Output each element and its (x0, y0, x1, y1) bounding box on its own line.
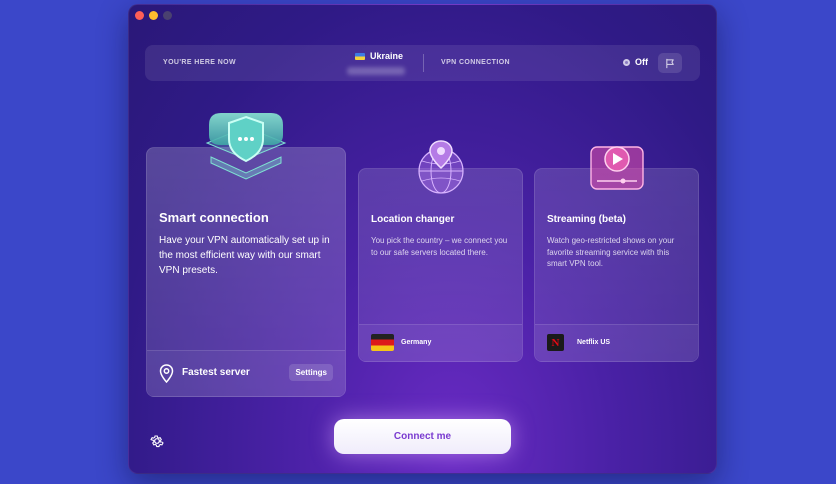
fastest-server-label: Fastest server (182, 367, 250, 378)
connect-button[interactable]: Connect me (334, 419, 511, 454)
card-title: Streaming (beta) (547, 214, 626, 225)
divider (423, 54, 424, 72)
location-changer-card[interactable]: Location changer You pick the country – … (358, 168, 523, 362)
card-footer: Germany (359, 324, 522, 361)
connection-status-bar: YOU'RE HERE NOW Ukraine VPN CONNECTION O… (145, 45, 700, 81)
streaming-service-label: Netflix US (577, 339, 611, 346)
status-indicator-icon (623, 58, 630, 66)
netflix-logo-icon: N (547, 334, 564, 351)
play-screen-icon (590, 146, 644, 190)
smart-connection-card[interactable]: Smart connection Have your VPN automatic… (146, 147, 346, 397)
app-window: YOU'RE HERE NOW Ukraine VPN CONNECTION O… (128, 4, 717, 474)
zoom-window-button[interactable] (163, 11, 172, 20)
shield-icon (205, 113, 287, 180)
card-description: You pick the country – we connect you to… (371, 236, 508, 257)
flag-icon (665, 58, 674, 68)
card-footer: Fastest server Settings (147, 350, 345, 396)
current-country: Ukraine (355, 51, 403, 61)
vpn-connection-label: VPN CONNECTION (441, 59, 510, 66)
minimize-window-button[interactable] (149, 11, 158, 20)
selected-country-label: Germany (401, 339, 432, 346)
card-title: Location changer (371, 214, 455, 225)
location-pin-icon (159, 364, 174, 383)
close-window-button[interactable] (135, 11, 144, 20)
window-controls (135, 11, 172, 20)
ukraine-flag-icon (355, 52, 365, 60)
country-name: Ukraine (370, 51, 404, 61)
location-label: YOU'RE HERE NOW (163, 59, 237, 66)
card-title: Smart connection (159, 210, 269, 225)
vpn-status-text: Off (635, 57, 648, 67)
streaming-card[interactable]: Streaming (beta) Watch geo-restricted sh… (534, 168, 699, 362)
card-description: Watch geo-restricted shows on your favor… (547, 236, 675, 268)
vpn-status: Off (623, 57, 648, 67)
ip-address-blurred (347, 67, 405, 75)
settings-button[interactable]: Settings (289, 364, 333, 381)
gear-icon[interactable] (149, 433, 165, 449)
globe-pin-icon (418, 140, 464, 194)
card-description: Have your VPN automatically set up in th… (159, 235, 330, 276)
card-footer: N Netflix US (535, 324, 698, 361)
germany-flag-icon (371, 334, 394, 351)
report-flag-button[interactable] (658, 53, 682, 73)
